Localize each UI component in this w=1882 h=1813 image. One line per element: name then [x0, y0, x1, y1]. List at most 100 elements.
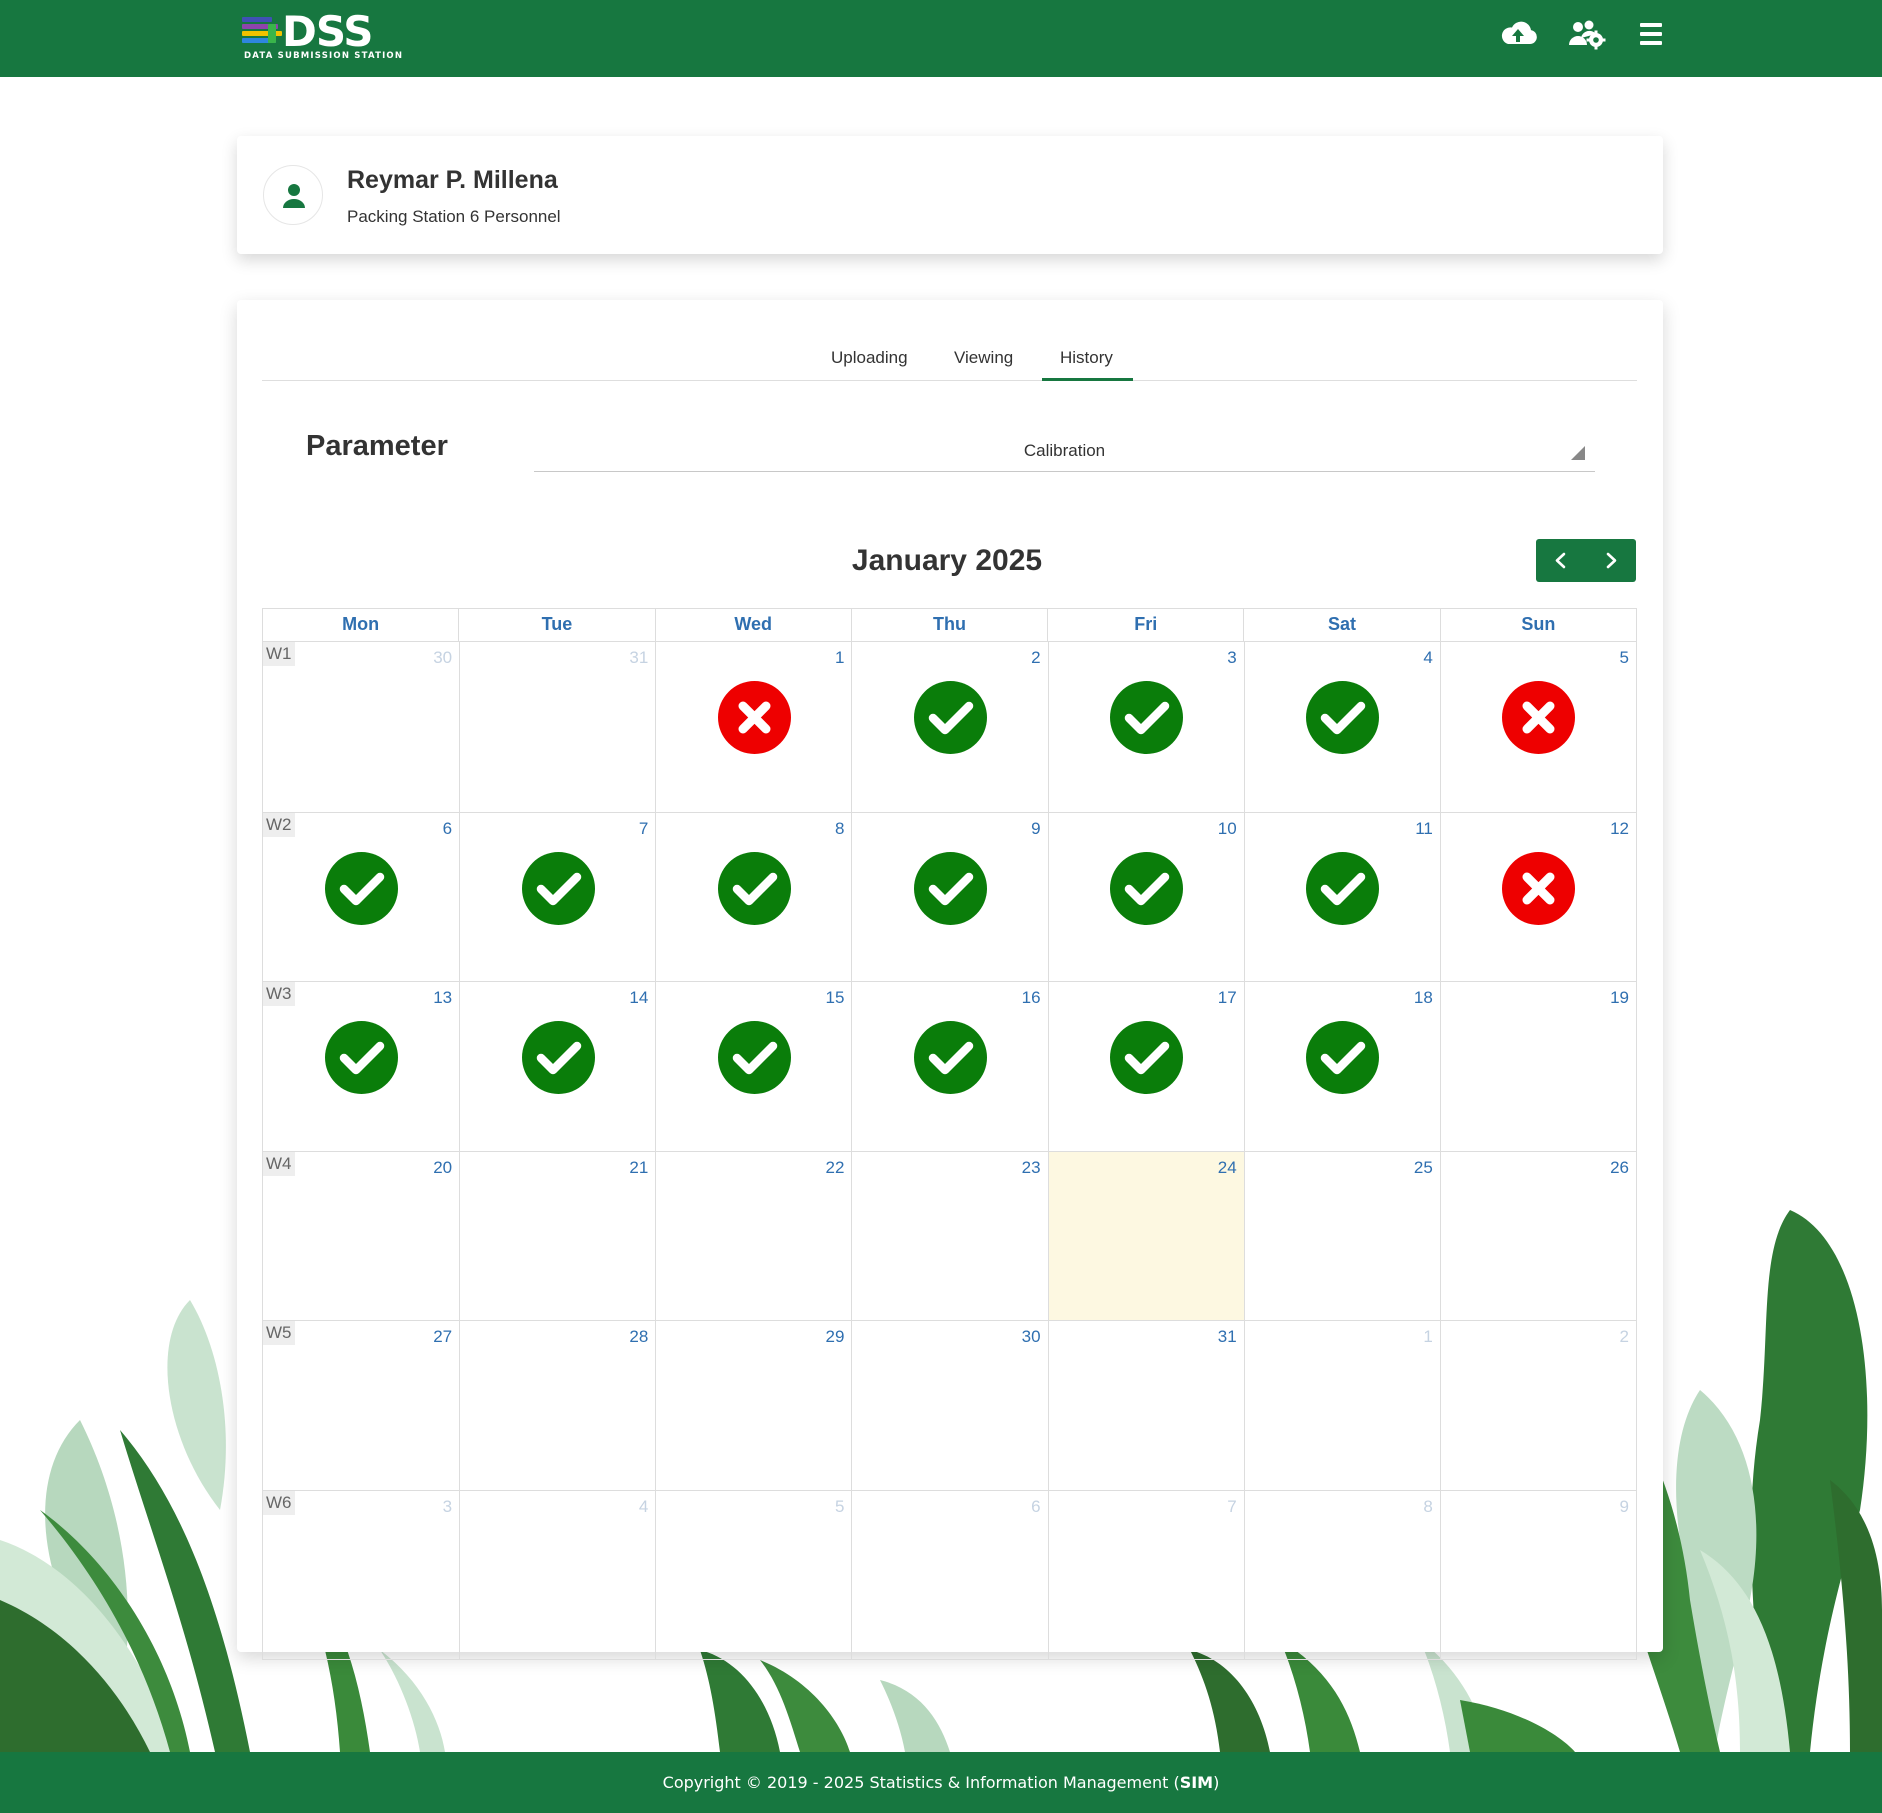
day-number: 6	[442, 818, 453, 838]
prev-month-button[interactable]	[1536, 539, 1586, 582]
calendar-day-cell[interactable]: 22	[655, 1150, 852, 1320]
calendar-day-cell[interactable]: W2 6	[263, 811, 460, 982]
footer-sim: SIM	[1179, 1773, 1214, 1792]
calendar-day-cell[interactable]: 10	[1047, 811, 1244, 981]
calendar-day-cell[interactable]: 8	[655, 811, 852, 981]
check-circle-icon	[521, 1021, 595, 1094]
calendar-day-cell[interactable]: 4	[1243, 642, 1440, 812]
calendar-day-cell[interactable]: 14	[459, 981, 656, 1151]
calendar-day-cell[interactable]: 25	[1243, 1150, 1440, 1320]
calendar-day-cell[interactable]: 5	[1439, 642, 1636, 812]
day-number: 31	[1217, 1327, 1237, 1346]
day-number: 7	[1227, 1496, 1237, 1516]
tab-uploading[interactable]: Uploading	[831, 348, 908, 368]
day-number: 4	[1423, 648, 1433, 667]
day-number: 5	[834, 1496, 845, 1516]
top-navbar: DSS DATA SUBMISSION STATION	[0, 0, 1882, 77]
day-number: 26	[1610, 1157, 1629, 1177]
day-number: 11	[1415, 818, 1433, 838]
calendar-day-cell[interactable]: 31	[459, 642, 655, 812]
check-circle-icon	[913, 851, 987, 925]
calendar-day-cell[interactable]: 15	[655, 981, 852, 1151]
footer-end: )	[1213, 1773, 1220, 1792]
check-circle-icon	[521, 851, 595, 925]
day-number: 17	[1217, 988, 1237, 1007]
day-number: 1	[834, 648, 845, 667]
calendar-day-cell[interactable]: 12	[1439, 811, 1636, 981]
next-month-button[interactable]	[1586, 539, 1636, 582]
calendar-day-cell[interactable]: 8	[1243, 1489, 1440, 1659]
calendar-body: W1 30 31 1 2 3 4 5 W2 6 7 8 9 10 11 12 W3 13 14 15 16 17 18 19 W…	[262, 641, 1637, 1660]
calendar-day-cell[interactable]: 4	[459, 1489, 656, 1659]
check-circle-icon	[1306, 1021, 1380, 1094]
calendar-day-cell[interactable]: 9	[851, 811, 1048, 981]
calendar-day-cell[interactable]: 9	[1439, 1489, 1636, 1659]
day-number: 18	[1413, 988, 1433, 1007]
calendar-day-cell[interactable]: 3	[1047, 642, 1244, 812]
calendar-day-cell-today[interactable]: 24	[1047, 1150, 1244, 1320]
calendar-day-cell[interactable]: 6	[851, 1489, 1048, 1659]
calendar-day-cell[interactable]: 2	[851, 642, 1047, 812]
day-number: 29	[825, 1327, 845, 1346]
calendar-day-cell[interactable]: 7	[459, 811, 656, 981]
day-number: 10	[1217, 818, 1237, 838]
calendar-day-cell[interactable]: 28	[459, 1320, 656, 1490]
parameter-select[interactable]: Calibration	[534, 430, 1595, 472]
day-number: 4	[638, 1496, 649, 1516]
calendar-day-cell[interactable]: W5 27	[263, 1320, 460, 1490]
tab-bar: Uploading Viewing History	[262, 340, 1637, 381]
calendar-weekday-header: Mon Tue Wed Thu Fri Sat Sun	[262, 608, 1637, 641]
calendar-day-cell[interactable]: 18	[1243, 981, 1440, 1151]
calendar-nav-group	[1536, 539, 1636, 582]
calendar-day-cell[interactable]: 5	[655, 1489, 852, 1659]
tab-history[interactable]: History	[1060, 348, 1113, 368]
day-number: 8	[834, 818, 845, 838]
day-number: 21	[629, 1157, 649, 1177]
calendar-month-title: January 2025	[851, 544, 1043, 577]
day-number: 7	[638, 818, 649, 838]
x-circle-icon	[1502, 681, 1576, 754]
day-number: 28	[629, 1327, 649, 1346]
day-number: 2	[1031, 648, 1041, 667]
day-number: 9	[1031, 818, 1041, 838]
day-number: 23	[1021, 1157, 1041, 1177]
calendar-day-cell[interactable]: 17	[1047, 981, 1244, 1151]
week-number-label: W1	[263, 642, 295, 666]
day-number: 1	[1423, 1327, 1433, 1346]
weekday-header-tue: Tue	[458, 609, 654, 641]
calendar-day-cell[interactable]: W6 3	[263, 1489, 460, 1660]
calendar-day-cell[interactable]: 11	[1243, 811, 1440, 981]
calendar-day-cell[interactable]: 1	[1243, 1320, 1440, 1490]
calendar-day-cell[interactable]: W4 20	[263, 1150, 460, 1321]
weekday-header-sun: Sun	[1439, 609, 1636, 641]
calendar-day-cell[interactable]: 29	[655, 1320, 852, 1490]
calendar-day-cell[interactable]: 31	[1047, 1320, 1244, 1490]
users-gear-icon[interactable]	[1566, 18, 1606, 50]
calendar-day-cell[interactable]: 1	[655, 642, 851, 812]
calendar-grid: Mon Tue Wed Thu Fri Sat Sun W1 30 31 1 2 3 4 5 W2 6 7 8 9 1…	[262, 608, 1637, 1660]
weekday-header-sat: Sat	[1243, 609, 1439, 641]
logo-mark	[242, 17, 284, 47]
tab-viewing[interactable]: Viewing	[954, 348, 1013, 368]
calendar-day-cell[interactable]: 21	[459, 1150, 656, 1320]
calendar-day-cell[interactable]: 19	[1439, 981, 1636, 1151]
dss-logo[interactable]: DSS DATA SUBMISSION STATION	[242, 9, 402, 63]
chevron-left-icon	[1555, 552, 1566, 569]
parameter-selected-value: Calibration	[1023, 441, 1106, 460]
calendar-day-cell[interactable]: 7	[1047, 1489, 1244, 1659]
calendar-day-cell[interactable]: W1 30	[263, 642, 459, 812]
calendar-day-cell[interactable]: W3 13	[263, 981, 460, 1151]
calendar-day-cell[interactable]: 2	[1439, 1320, 1636, 1490]
calendar-day-cell[interactable]: 26	[1439, 1150, 1636, 1320]
calendar-day-cell[interactable]: 30	[851, 1320, 1048, 1490]
cloud-upload-icon[interactable]	[1498, 18, 1538, 50]
day-number: 30	[1021, 1327, 1041, 1346]
calendar-day-cell[interactable]: 16	[851, 981, 1048, 1151]
check-circle-icon	[325, 851, 399, 925]
hamburger-menu-icon[interactable]	[1630, 18, 1670, 50]
chevron-right-icon	[1606, 552, 1617, 569]
week-number-label: W5	[263, 1321, 295, 1345]
day-number: 3	[442, 1496, 453, 1516]
calendar-day-cell[interactable]: 23	[851, 1150, 1048, 1320]
day-number: 30	[433, 648, 453, 667]
